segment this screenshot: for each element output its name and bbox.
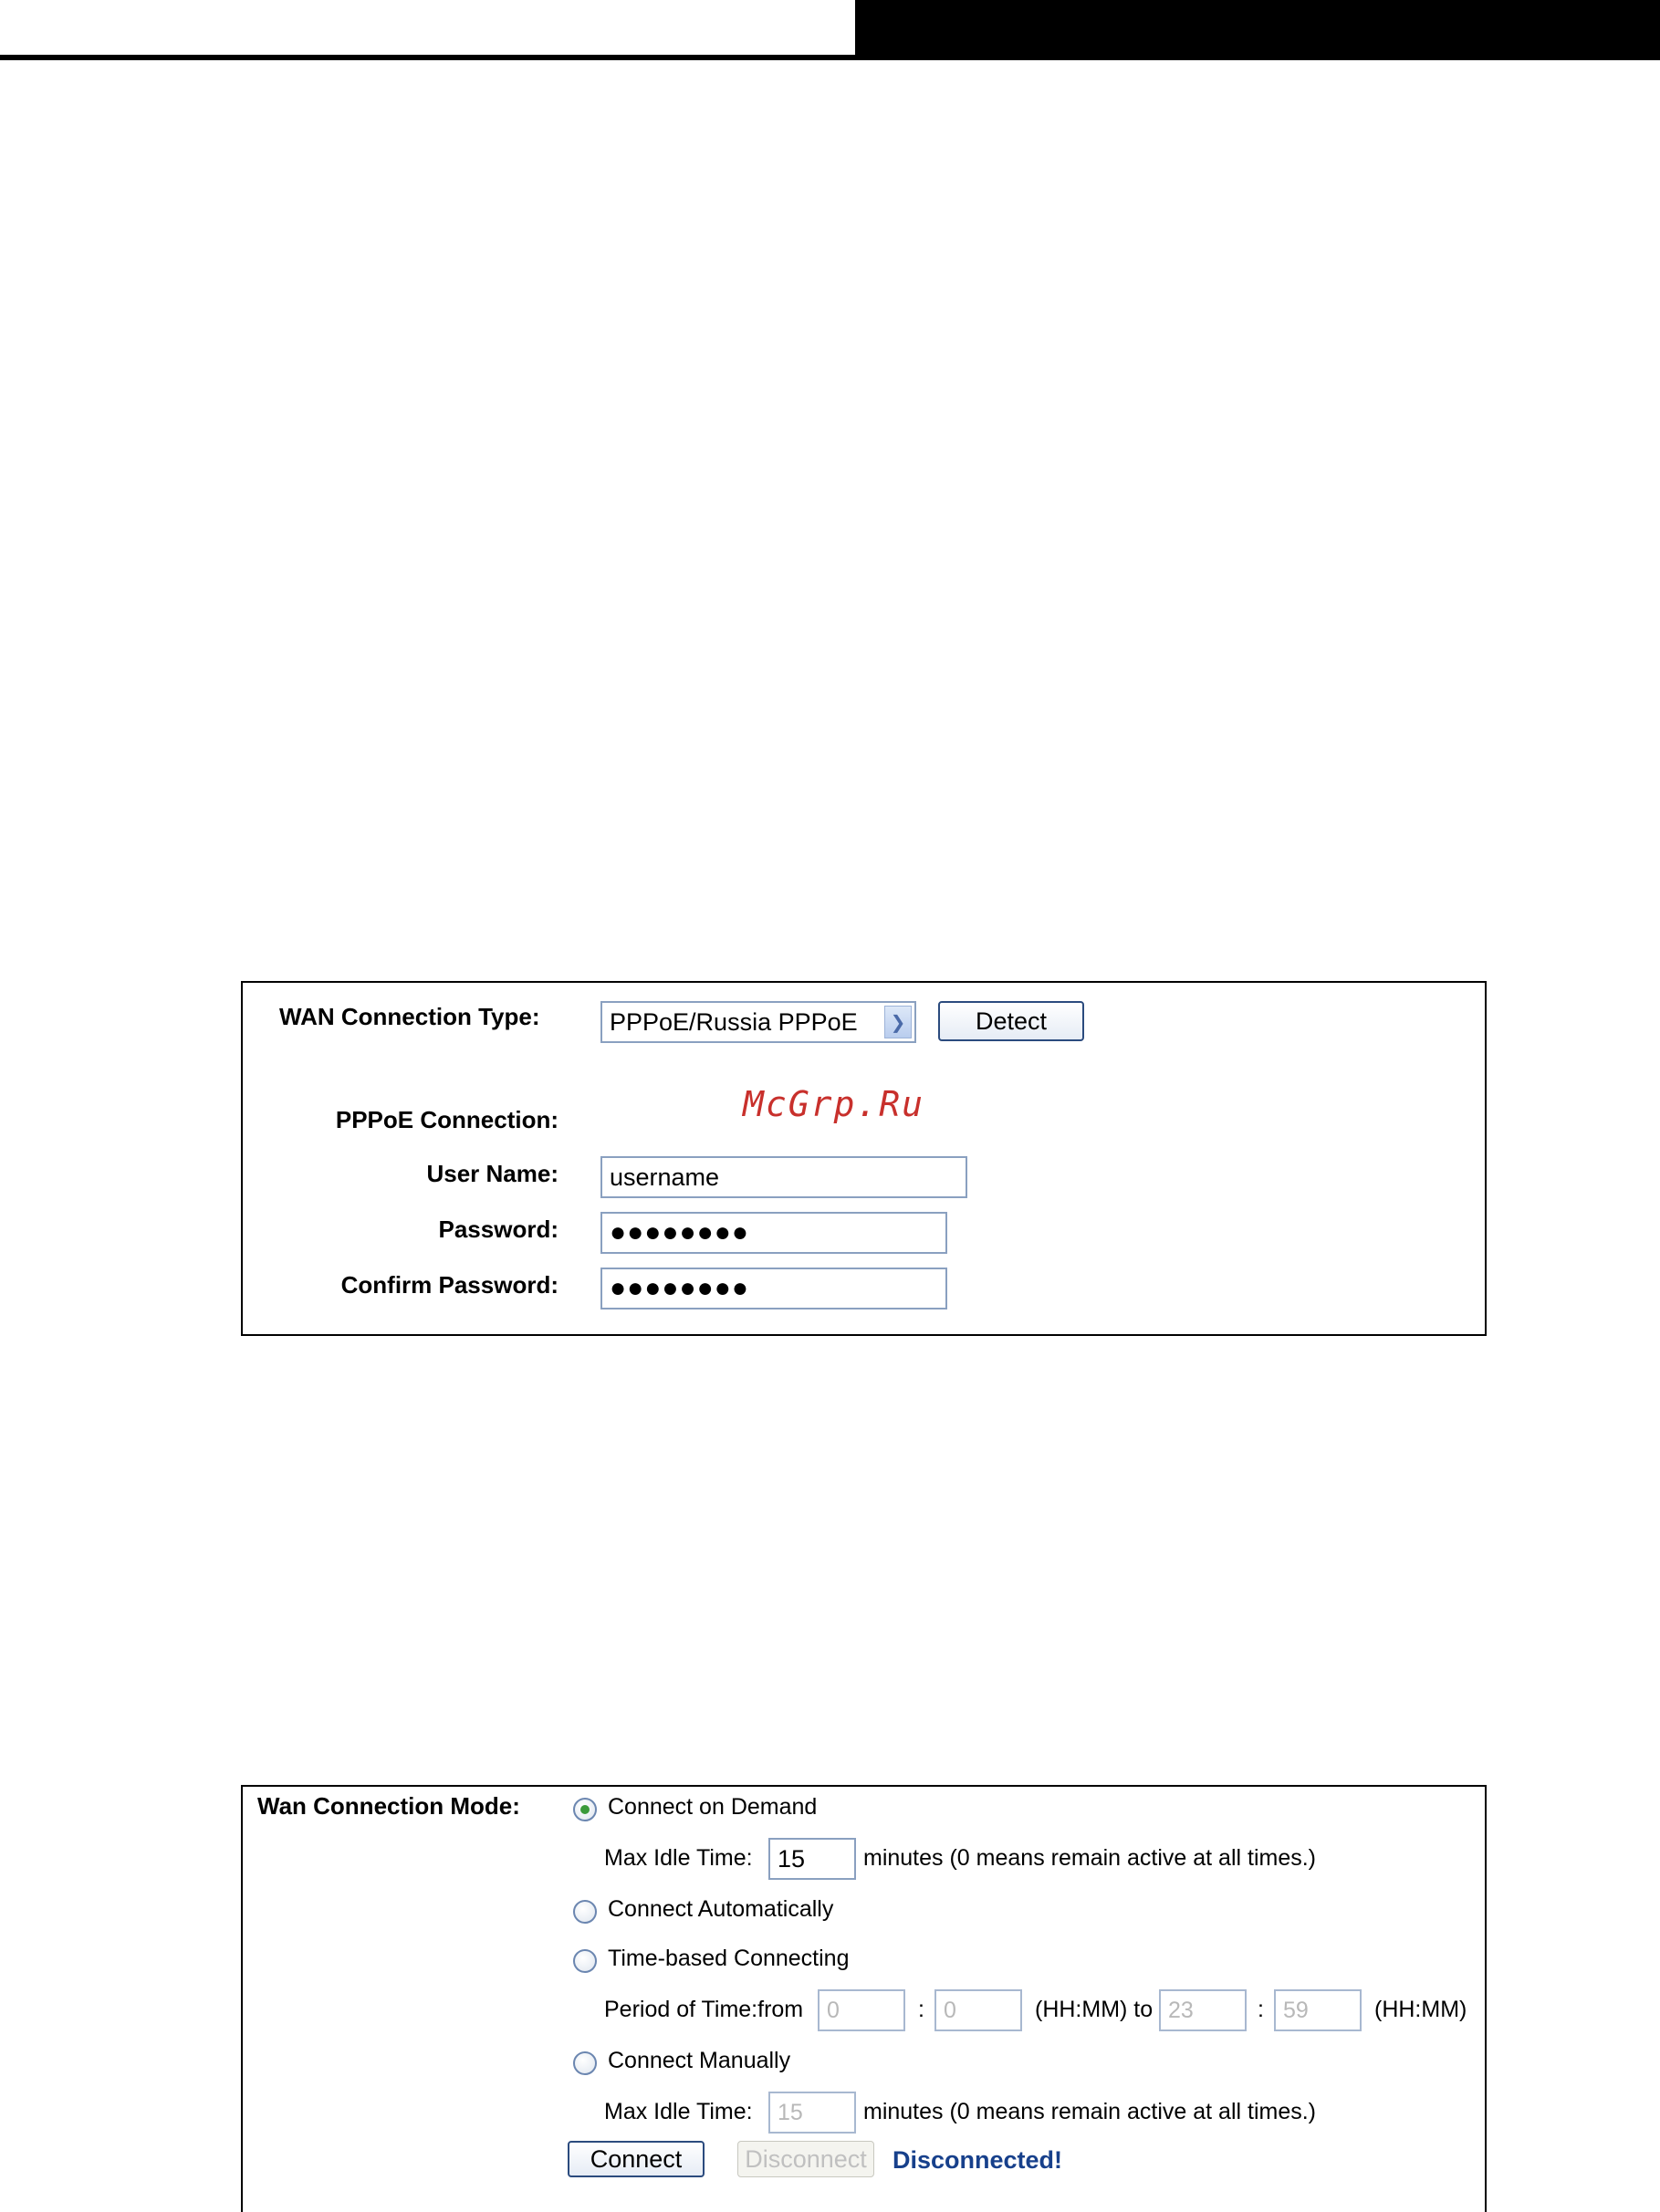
wan-connection-type-value: PPPoE/Russia PPPoE <box>610 1007 858 1036</box>
connect-manually-label: Connect Manually <box>608 2048 791 2073</box>
from-minute-input[interactable]: 0 <box>934 1989 1022 2031</box>
confirm-password-input[interactable]: ●●●●●●●● <box>600 1268 947 1309</box>
manual-max-idle-time-label: Max Idle Time: <box>604 2099 753 2124</box>
password-input[interactable]: ●●●●●●●● <box>600 1212 947 1254</box>
connect-automatically-label: Connect Automatically <box>608 1896 834 1922</box>
radio-connect-on-demand[interactable] <box>573 1798 597 1821</box>
from-hour-input[interactable]: 0 <box>818 1989 905 2031</box>
pppoe-connection-label: PPPoE Connection: <box>335 1106 559 1133</box>
user-name-label: User Name: <box>426 1160 559 1187</box>
max-idle-time-input[interactable]: 15 <box>768 1838 856 1880</box>
connect-on-demand-label: Connect on Demand <box>608 1794 818 1820</box>
manual-max-idle-time-input[interactable]: 15 <box>768 2092 856 2134</box>
detect-button[interactable]: Detect <box>938 1001 1084 1041</box>
password-label: Password: <box>438 1216 559 1243</box>
connection-status: Disconnected! <box>893 2146 1063 2174</box>
watermark-text: McGrp.Ru <box>743 1084 925 1124</box>
max-idle-time-label: Max Idle Time: <box>604 1845 753 1871</box>
wan-connection-mode-panel: Wan Connection Mode: Connect on Demand M… <box>241 1785 1487 2212</box>
period-of-time-label: Period of Time:from <box>604 1997 804 2022</box>
wan-connection-mode-label: Wan Connection Mode: <box>257 1792 520 1820</box>
chevron-down-icon[interactable]: ❯ <box>884 1006 912 1038</box>
to-hour-input[interactable]: 23 <box>1159 1989 1247 2031</box>
time-based-connecting-label: Time-based Connecting <box>608 1946 850 1971</box>
radio-connect-automatically[interactable] <box>573 1900 597 1924</box>
radio-connect-manually[interactable] <box>573 2051 597 2075</box>
radio-time-based-connecting[interactable] <box>573 1949 597 1973</box>
time-colon-2: : <box>1258 1997 1264 2022</box>
connect-button[interactable]: Connect <box>568 2141 705 2177</box>
header-rule <box>0 55 1660 60</box>
time-colon-1: : <box>918 1997 924 2022</box>
manual-max-idle-time-note: minutes (0 means remain active at all ti… <box>863 2099 1317 2124</box>
header-dark-bar <box>855 0 1660 57</box>
confirm-password-label: Confirm Password: <box>340 1271 559 1299</box>
user-name-input[interactable]: username <box>600 1156 967 1198</box>
hhmm-to-label: (HH:MM) to <box>1035 1997 1154 2022</box>
pppoe-settings-panel: WAN Connection Type: PPPoE/Russia PPPoE … <box>241 981 1487 1336</box>
wan-connection-type-label: WAN Connection Type: <box>279 1003 540 1030</box>
hhmm-label: (HH:MM) <box>1374 1997 1467 2022</box>
wan-connection-type-select[interactable]: PPPoE/Russia PPPoE ❯ <box>600 1001 916 1043</box>
disconnect-button[interactable]: Disconnect <box>737 2141 874 2177</box>
max-idle-time-note: minutes (0 means remain active at all ti… <box>863 1845 1317 1871</box>
to-minute-input[interactable]: 59 <box>1274 1989 1362 2031</box>
